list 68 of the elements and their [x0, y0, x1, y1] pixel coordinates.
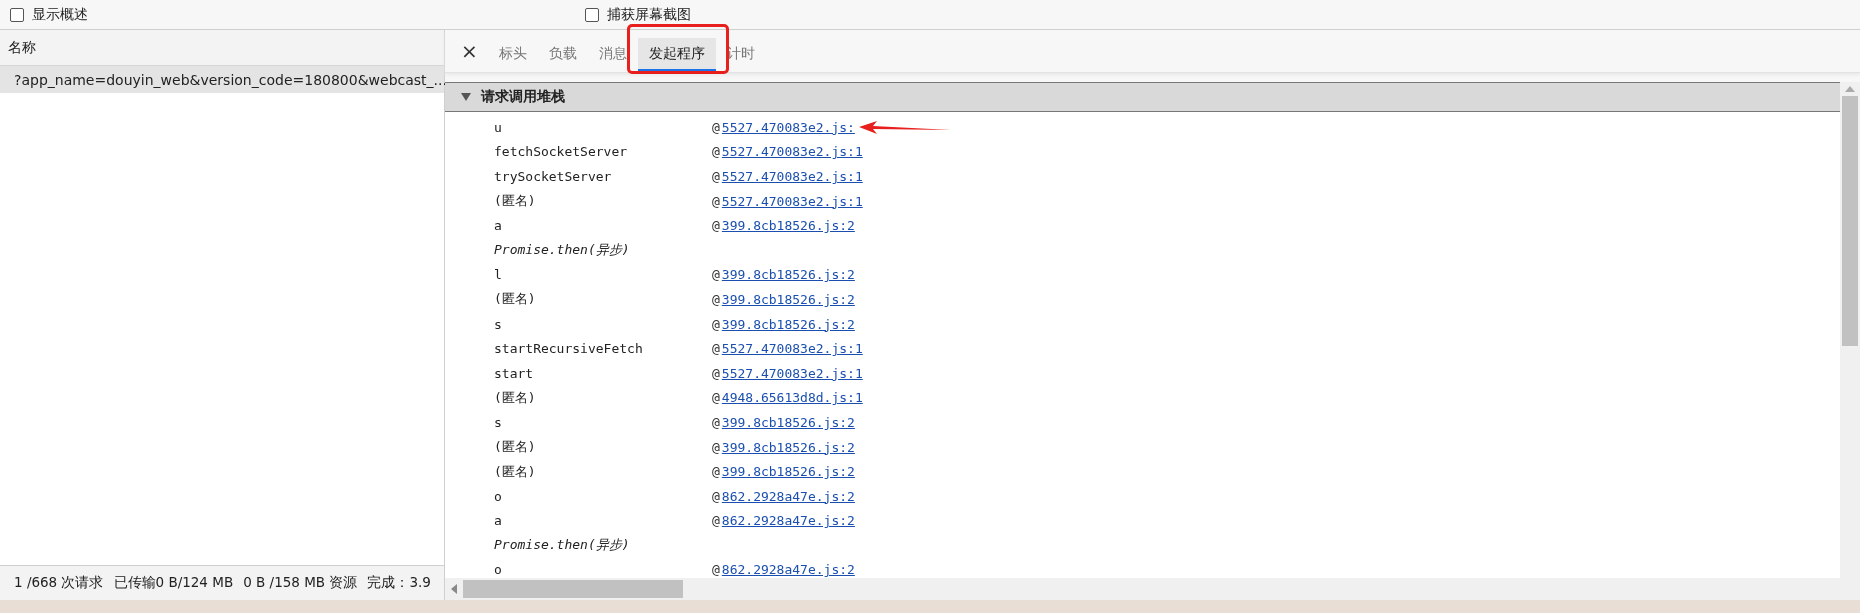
source-link[interactable]: 399.8cb18526.js:2	[721, 316, 855, 332]
at-sign: @	[712, 144, 720, 160]
source-link[interactable]: 5527.470083e2.js:1	[721, 144, 863, 160]
at-sign: @	[712, 390, 720, 406]
at-sign: @	[712, 464, 720, 480]
function-name: fetchSocketServer	[494, 144, 629, 160]
status-text: 已传输0 B/124 MB	[113, 574, 234, 592]
source-link[interactable]: 862.2928a47e.js:2	[721, 562, 855, 578]
function-name: a	[494, 218, 503, 234]
request-row[interactable]: ?app_name=douyin_web&version_code=180800&webcast_...	[0, 66, 444, 93]
at-sign: @	[712, 414, 720, 430]
function-name: o	[494, 562, 503, 578]
function-name: start	[494, 365, 535, 381]
function-name: s	[494, 316, 503, 332]
at-sign: @	[712, 291, 720, 307]
tab[interactable]: 标头	[487, 38, 538, 72]
at-sign: @	[712, 218, 720, 234]
async-label: Promise.then(异步)	[494, 536, 631, 555]
async-label: Promise.then(异步)	[494, 241, 631, 260]
function-name: (匿名)	[494, 388, 537, 407]
tab[interactable]: 发起程序	[637, 38, 716, 72]
status-text: 1 /668 次请求	[14, 574, 104, 592]
source-link[interactable]: 5527.470083e2.js:1	[721, 193, 863, 209]
at-sign: @	[712, 513, 720, 529]
at-sign: @	[712, 562, 720, 578]
source-link[interactable]: 399.8cb18526.js:2	[721, 464, 855, 480]
tab[interactable]: 负载	[537, 38, 588, 72]
source-link[interactable]: 399.8cb18526.js:2	[721, 291, 855, 307]
source-link[interactable]: 5527.470083e2.js:1	[721, 169, 863, 184]
option-checkbox[interactable]: 捕获屏幕截图	[585, 5, 1860, 24]
column-header[interactable]: 名称	[0, 30, 444, 66]
function-name: a	[494, 513, 503, 529]
function-name: startRecursiveFetch	[494, 341, 644, 357]
at-sign: @	[712, 488, 720, 504]
source-link[interactable]: 5527.470083e2.js:	[721, 119, 855, 135]
at-sign: @	[712, 193, 720, 209]
option-checkbox[interactable]: 显示概述	[10, 5, 585, 24]
at-sign: @	[712, 341, 720, 357]
function-name: (匿名)	[494, 192, 537, 211]
status-text: 0 B /158 MB 资源	[243, 574, 358, 592]
status-text: 完成：3.9	[367, 574, 431, 592]
source-link[interactable]: 5527.470083e2.js:1	[721, 365, 863, 381]
source-link[interactable]: 5527.470083e2.js:1	[721, 341, 863, 357]
at-sign: @	[712, 316, 720, 332]
close-button[interactable]: ×	[451, 30, 488, 72]
source-link[interactable]: 399.8cb18526.js:2	[721, 267, 855, 283]
source-link[interactable]: 862.2928a47e.js:2	[721, 513, 855, 529]
source-link[interactable]: 862.2928a47e.js:2	[721, 488, 855, 504]
source-link[interactable]: 399.8cb18526.js:2	[721, 218, 855, 234]
at-sign: @	[712, 169, 720, 184]
function-name: l	[494, 267, 503, 283]
section-header[interactable]: 请求调用堆栈	[445, 82, 1840, 112]
function-name: (匿名)	[494, 438, 537, 456]
source-link[interactable]: 399.8cb18526.js:2	[721, 414, 855, 430]
function-name: (匿名)	[494, 462, 537, 481]
function-name: o	[494, 488, 503, 504]
function-name: u	[494, 119, 503, 135]
source-link[interactable]: 4948.65613d8d.js:1	[721, 390, 863, 406]
tab[interactable]: 消息	[587, 38, 638, 72]
at-sign: @	[712, 267, 720, 283]
at-sign: @	[712, 119, 720, 135]
section-title: 请求调用堆栈	[481, 88, 565, 106]
at-sign: @	[712, 439, 720, 455]
function-name: trySocketServer	[494, 169, 613, 184]
at-sign: @	[712, 365, 720, 381]
function-name: s	[494, 414, 503, 430]
source-link[interactable]: 399.8cb18526.js:2	[721, 439, 855, 455]
function-name: (匿名)	[494, 290, 537, 309]
